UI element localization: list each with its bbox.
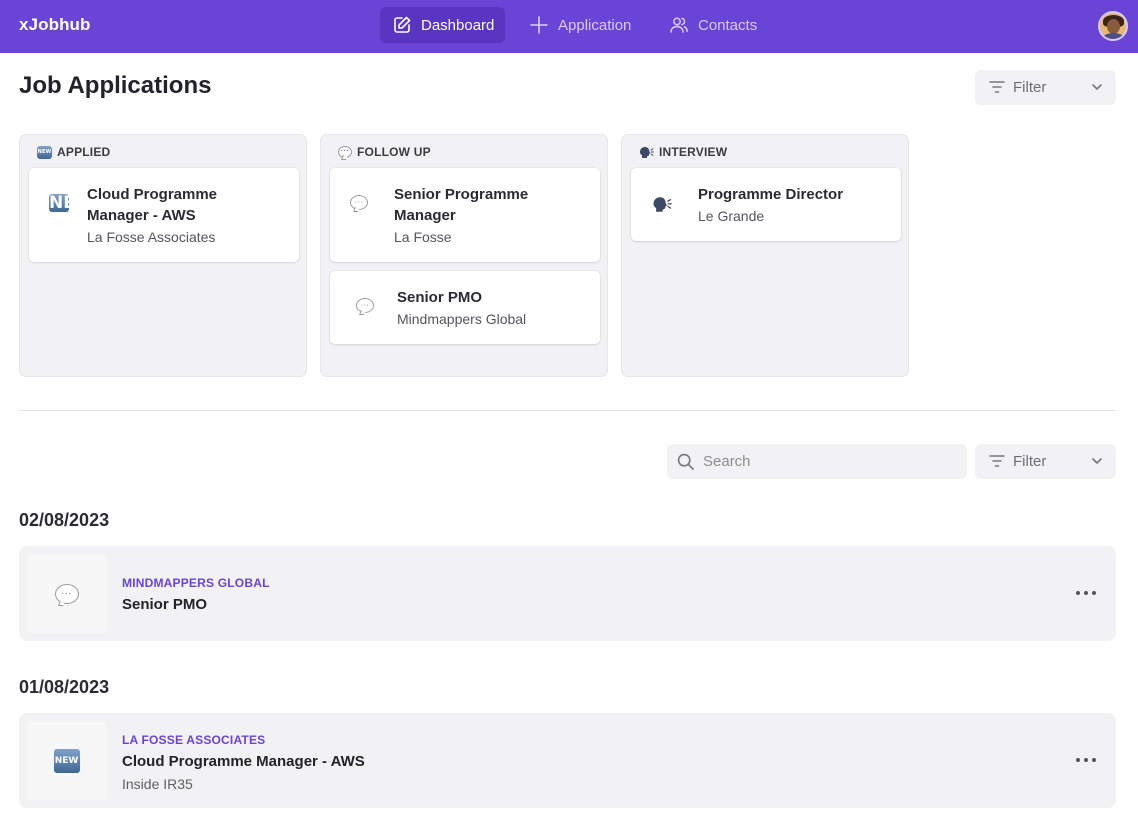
list-filter-dropdown[interactable]: Filter xyxy=(975,444,1116,479)
brand-logo[interactable]: xJobhub xyxy=(19,15,91,35)
nav-contacts[interactable]: Contacts xyxy=(667,7,757,43)
speech-bubble-icon: ··· xyxy=(350,195,368,210)
search-input[interactable] xyxy=(703,444,953,479)
column-applied: NEW APPLIED NEW Cloud Programme Manager … xyxy=(19,134,307,377)
search-box[interactable] xyxy=(667,444,967,479)
more-options-icon[interactable] xyxy=(1076,753,1096,767)
chevron-down-icon xyxy=(1092,458,1102,464)
filter-icon xyxy=(989,81,1005,93)
top-navbar: xJobhub Dashboard Application Contacts xyxy=(0,0,1138,53)
column-label: FOLLOW UP xyxy=(357,145,431,159)
user-avatar[interactable] xyxy=(1098,11,1128,41)
column-header-applied: NEW APPLIED xyxy=(37,145,110,159)
application-company: MINDMAPPERS GLOBAL xyxy=(122,576,270,590)
job-card-title: Senior PMO xyxy=(397,289,483,306)
speaking-head-icon xyxy=(653,197,672,212)
nav-application-label: Application xyxy=(558,16,632,34)
nav-dashboard-label: Dashboard xyxy=(421,16,495,34)
nav-application[interactable]: Application xyxy=(527,7,631,43)
chevron-down-icon xyxy=(1092,84,1102,90)
speech-bubble-icon: ··· xyxy=(338,146,352,158)
new-badge-icon: NEW xyxy=(37,145,52,159)
application-company: LA FOSSE ASSOCIATES xyxy=(122,733,266,747)
application-thumbnail: NEW xyxy=(27,721,106,800)
edit-icon xyxy=(394,16,411,33)
application-title: Cloud Programme Manager - AWS xyxy=(122,753,365,770)
job-card[interactable]: ··· Senior PMO Mindmappers Global xyxy=(330,271,600,344)
column-label: INTERVIEW xyxy=(659,145,728,159)
section-divider xyxy=(19,410,1116,411)
application-row[interactable]: NEW LA FOSSE ASSOCIATES Cloud Programme … xyxy=(19,713,1116,808)
column-interview: INTERVIEW Programme Director Le Grande xyxy=(621,134,909,377)
job-card-company: Le Grande xyxy=(698,208,765,224)
job-card-company: La Fosse xyxy=(394,229,452,245)
job-card[interactable]: Programme Director Le Grande xyxy=(631,168,901,241)
application-title: Senior PMO xyxy=(122,596,208,613)
filter-label: Filter xyxy=(1013,79,1047,96)
new-badge-icon: NEW xyxy=(53,748,80,773)
filter-label: Filter xyxy=(1013,453,1047,470)
job-card-company: Mindmappers Global xyxy=(397,311,527,327)
new-badge-icon: NEW xyxy=(49,193,94,213)
column-header-interview: INTERVIEW xyxy=(639,145,727,159)
date-group-heading: 01/08/2023 xyxy=(19,677,110,697)
speech-bubble-icon: ··· xyxy=(356,298,374,313)
application-row[interactable]: ··· MINDMAPPERS GLOBAL Senior PMO xyxy=(19,546,1116,641)
nav-dashboard[interactable]: Dashboard xyxy=(380,7,505,43)
application-note: Inside IR35 xyxy=(122,776,193,792)
column-header-follow-up: ··· FOLLOW UP xyxy=(338,145,431,159)
job-card-company: La Fosse Associates xyxy=(87,229,216,245)
avatar-body xyxy=(1102,33,1125,39)
column-label: APPLIED xyxy=(57,145,111,159)
search-icon xyxy=(677,453,694,470)
job-card[interactable]: NEW Cloud Programme Manager - AWS La Fos… xyxy=(29,168,299,262)
nav-contacts-label: Contacts xyxy=(698,16,758,34)
filter-icon xyxy=(989,455,1005,467)
speaking-head-icon xyxy=(640,146,654,158)
job-card-title: Cloud Programme Manager - AWS xyxy=(87,186,218,224)
more-options-icon[interactable] xyxy=(1076,586,1096,600)
page-title: Job Applications xyxy=(19,72,212,99)
users-icon xyxy=(670,17,688,33)
job-card-title: Programme Director xyxy=(698,186,844,203)
column-follow-up: ··· FOLLOW UP ··· Senior Programme Manag… xyxy=(320,134,608,377)
plus-icon xyxy=(530,16,548,34)
date-group-heading: 02/08/2023 xyxy=(19,510,110,530)
board-filter-dropdown[interactable]: Filter xyxy=(975,70,1116,105)
avatar-face xyxy=(1107,19,1120,34)
application-thumbnail: ··· xyxy=(27,554,106,633)
job-card[interactable]: ··· Senior Programme Manager La Fosse xyxy=(330,168,600,262)
speech-bubble-icon: ··· xyxy=(54,583,79,604)
job-card-title: Senior Programme Manager xyxy=(394,186,529,224)
